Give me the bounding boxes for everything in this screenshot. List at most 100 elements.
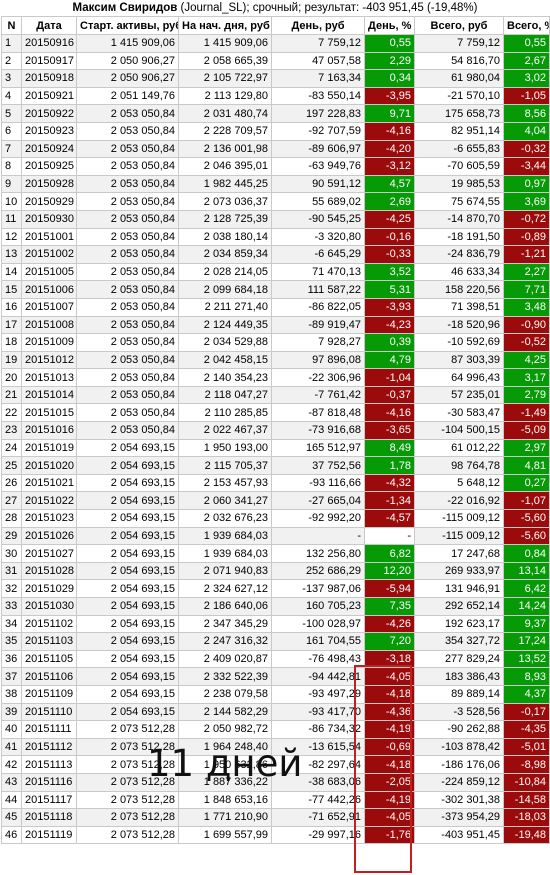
cell-total-rub: -24 836,79 xyxy=(414,245,504,264)
cell-day-pct: 0,39 xyxy=(364,333,415,352)
cell-total-rub: -6 655,83 xyxy=(414,139,504,159)
cell-start-assets: 2 054 693,15 xyxy=(76,684,179,704)
cell-total-rub: 46 633,34 xyxy=(414,262,504,282)
cell-day-pct: 5,31 xyxy=(364,280,415,299)
cell-start-assets: 2 053 050,84 xyxy=(76,245,179,264)
cell-day-rub: 160 705,23 xyxy=(271,597,365,616)
table-row: 37 20151106 2 054 693,15 2 332 522,39 -94 44… xyxy=(1,667,550,686)
cell-day-pct: -3,93 xyxy=(364,297,415,317)
cell-start-assets: 2 073 512,28 xyxy=(76,808,179,827)
cell-day-pct: -4,20 xyxy=(364,139,415,159)
cell-start-assets: 2 054 693,15 xyxy=(76,509,179,528)
cell-total-rub: -115 009,12 xyxy=(414,509,504,528)
cell-day-rub: -137 987,06 xyxy=(271,579,365,598)
cell-date: 20151015 xyxy=(21,403,77,423)
cell-total-pct: 2,67 xyxy=(503,51,550,71)
cell-total-rub: 82 951,14 xyxy=(414,121,504,141)
cell-n: 11 xyxy=(1,209,22,229)
cell-total-pct: -0,32 xyxy=(503,139,550,159)
cell-total-rub: -10 592,69 xyxy=(414,333,504,352)
cell-total-rub: -403 951,45 xyxy=(414,825,504,845)
col-header-date: Дата xyxy=(21,16,77,35)
cell-day-start: 2 032 676,23 xyxy=(178,509,272,528)
table-row: 26 20151021 2 054 693,15 2 153 457,93 -93 11… xyxy=(1,473,550,493)
cell-day-rub: -89 606,97 xyxy=(271,139,365,159)
cell-day-rub: 47 057,58 xyxy=(271,51,365,71)
cell-date: 20151020 xyxy=(21,456,77,475)
cell-start-assets: 2 053 050,84 xyxy=(76,262,179,282)
cell-day-rub: 197 228,83 xyxy=(271,104,365,123)
table-row: 3 20150918 2 050 906,27 2 105 722,97 7 163,3… xyxy=(1,69,550,88)
cell-n: 27 xyxy=(1,491,22,511)
col-header-day-rub: День, руб xyxy=(271,16,365,35)
cell-n: 23 xyxy=(1,421,22,440)
cell-n: 3 xyxy=(1,69,22,88)
cell-day-rub: - xyxy=(271,526,365,546)
cell-n: 21 xyxy=(1,385,22,405)
cell-day-rub: -3 320,80 xyxy=(271,227,365,247)
cell-total-pct: 14,24 xyxy=(503,597,550,616)
cell-start-assets: 2 054 693,15 xyxy=(76,491,179,511)
cell-day-start: 2 073 036,37 xyxy=(178,192,272,211)
cell-day-pct: 6,82 xyxy=(364,544,415,563)
col-header-total-rub: Всего, руб xyxy=(414,16,504,35)
cell-total-pct: -1,05 xyxy=(503,86,550,106)
cell-day-rub: -63 949,76 xyxy=(271,157,365,176)
cell-n: 43 xyxy=(1,772,22,792)
cell-total-pct: 8,56 xyxy=(503,104,550,123)
cell-day-rub: -29 997,16 xyxy=(271,825,365,845)
cell-n: 2 xyxy=(1,51,22,71)
cell-total-rub: 61 980,04 xyxy=(414,69,504,88)
cell-total-rub: -302 301,38 xyxy=(414,790,504,810)
table-row: 11 20150930 2 053 050,84 2 128 725,39 -90 54… xyxy=(1,209,550,229)
table-row: 31 20151028 2 054 693,15 2 071 940,83 252 68… xyxy=(1,561,550,581)
table-header-row: N Дата Старт. активы, руб На нач. дня, р… xyxy=(1,16,550,35)
cell-date: 20151007 xyxy=(21,297,77,317)
cell-total-rub: -3 528,56 xyxy=(414,702,504,722)
cell-day-start: 1 848 653,16 xyxy=(178,790,272,810)
cell-day-rub: -76 498,43 xyxy=(271,649,365,669)
cell-day-start: 2 153 457,93 xyxy=(178,473,272,493)
cell-day-start: 2 028 214,05 xyxy=(178,262,272,282)
cell-day-pct: 8,49 xyxy=(364,438,415,458)
cell-start-assets: 2 053 050,84 xyxy=(76,192,179,211)
highlight-box xyxy=(354,665,412,873)
cell-total-rub: 269 933,97 xyxy=(414,561,504,581)
cell-start-assets: 2 054 693,15 xyxy=(76,473,179,493)
table-row: 35 20151103 2 054 693,15 2 247 316,32 161 70… xyxy=(1,632,550,651)
cell-day-pct: 4,79 xyxy=(364,350,415,370)
cell-n: 19 xyxy=(1,350,22,370)
cell-n: 7 xyxy=(1,139,22,159)
cell-n: 32 xyxy=(1,579,22,598)
cell-total-pct: -5,60 xyxy=(503,509,550,528)
table-row: 18 20151009 2 053 050,84 2 034 529,88 7 928,… xyxy=(1,333,550,352)
cell-total-pct: 3,48 xyxy=(503,297,550,317)
cell-n: 17 xyxy=(1,315,22,335)
cell-day-start: 2 128 725,39 xyxy=(178,209,272,229)
cell-total-rub: 54 816,70 xyxy=(414,51,504,71)
cell-day-start: 1 982 445,25 xyxy=(178,174,272,194)
cell-day-rub: -77 442,26 xyxy=(271,790,365,810)
cell-total-rub: 75 674,55 xyxy=(414,192,504,211)
cell-day-start: 2 058 665,39 xyxy=(178,51,272,71)
cell-start-assets: 2 054 693,15 xyxy=(76,438,179,458)
cell-start-assets: 2 053 050,84 xyxy=(76,368,179,387)
cell-date: 20150929 xyxy=(21,192,77,211)
cell-date: 20150923 xyxy=(21,121,77,141)
cell-day-start: 2 228 709,57 xyxy=(178,121,272,141)
cell-start-assets: 2 053 050,84 xyxy=(76,139,179,159)
cell-total-rub: 158 220,56 xyxy=(414,280,504,299)
cell-day-rub: 55 689,02 xyxy=(271,192,365,211)
cell-day-start: 1 771 210,90 xyxy=(178,808,272,827)
cell-n: 29 xyxy=(1,526,22,546)
cell-date: 20151013 xyxy=(21,368,77,387)
cell-date: 20151021 xyxy=(21,473,77,493)
cell-date: 20150921 xyxy=(21,86,77,106)
cell-day-pct: -4,26 xyxy=(364,614,415,634)
cell-start-assets: 2 073 512,28 xyxy=(76,825,179,845)
cell-date: 20151030 xyxy=(21,597,77,616)
table-row: 1 20150916 1 415 909,06 1 415 909,06 7 759,1… xyxy=(1,34,550,53)
cell-n: 40 xyxy=(1,720,22,739)
cell-day-start: 2 324 627,12 xyxy=(178,579,272,598)
cell-total-pct: 4,37 xyxy=(503,684,550,704)
